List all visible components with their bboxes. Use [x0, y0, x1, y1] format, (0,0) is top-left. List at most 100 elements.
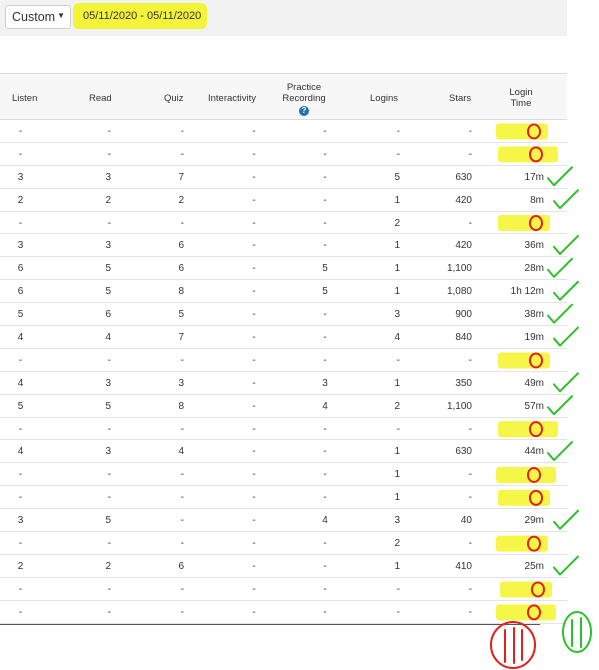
cell-quiz: 7: [178, 171, 184, 183]
date-range-select-label: Custom: [12, 10, 56, 24]
column-header-listen[interactable]: Listen: [12, 93, 37, 104]
column-header-login-time-line1: Login: [509, 87, 533, 98]
cell-stars: 40: [460, 515, 472, 527]
cell-logins: 5: [394, 171, 400, 183]
table-row[interactable]: --------: [0, 418, 567, 441]
cell-listen: 2: [17, 560, 24, 572]
cell-practice: -: [323, 148, 327, 160]
cell-quiz: 4: [178, 446, 184, 458]
column-header-login-time[interactable]: Login Time: [506, 87, 536, 109]
cell-read: -: [107, 126, 111, 137]
cell-login-time: -: [540, 126, 544, 137]
date-range-input[interactable]: 05/11/2020 - 05/11/2020: [73, 3, 207, 29]
cell-listen: -: [18, 492, 23, 504]
help-icon[interactable]: ?: [299, 106, 309, 116]
cell-quiz: 3: [178, 377, 184, 389]
cell-read: -: [107, 606, 111, 618]
table-row[interactable]: - - - - - 1 - -: [0, 486, 567, 510]
cell-interactivity: -: [252, 217, 256, 229]
date-range-value: 05/11/2020 - 05/11/2020: [83, 10, 202, 22]
cell-practice: -: [323, 606, 327, 618]
cell-read: 2: [105, 194, 111, 206]
cell-quiz: -: [180, 606, 184, 618]
table-row[interactable]: 5 6 5 - - 3 900 38m: [0, 303, 567, 327]
cell-quiz: 6: [178, 560, 184, 572]
table-row[interactable]: 3 3 7 - - 5 630 17m: [0, 166, 567, 189]
table-row[interactable]: - - - - - 2 - -: [0, 212, 567, 235]
table-row[interactable]: 3 3 6 - - 1 420 36m: [0, 234, 567, 258]
cell-logins: 4: [394, 332, 400, 344]
cell-listen: -: [18, 354, 23, 366]
cell-quiz: -: [180, 469, 184, 481]
cell-practice: -: [323, 469, 327, 481]
table-row[interactable]: 2 2 2 - - 1 420 8m: [0, 189, 567, 212]
cell-stars: 420: [455, 194, 472, 206]
cell-practice: -: [323, 354, 327, 366]
table-row[interactable]: 6 5 8 - 5 1 1,080 1h 12m: [0, 280, 567, 304]
cell-quiz: 5: [178, 309, 184, 321]
table-row[interactable]: - - - - - 2 - -: [0, 532, 567, 555]
cell-logins: 3: [394, 309, 400, 321]
cell-interactivity: -: [252, 538, 256, 550]
cell-read: 4: [105, 332, 111, 344]
cell-read: 5: [105, 263, 111, 275]
table-row[interactable]: 4 3 3 - 3 1 350 49m: [0, 372, 567, 395]
cell-practice: -: [323, 217, 327, 229]
table-row[interactable]: --------: [0, 120, 567, 143]
cell-stars: -: [468, 469, 472, 481]
date-range-select[interactable]: Custom ▼: [5, 5, 71, 29]
table-row[interactable]: 2 2 6 - - 1 410 25m: [0, 555, 567, 578]
cell-read: 5: [105, 515, 111, 527]
cell-interactivity: -: [252, 126, 256, 137]
cell-read: -: [107, 492, 111, 504]
cell-practice: -: [323, 560, 327, 572]
cell-quiz: 8: [178, 286, 184, 298]
cell-practice: -: [323, 446, 327, 458]
cell-listen: -: [18, 148, 23, 160]
cell-login-time: -: [540, 583, 544, 595]
table-row[interactable]: 4 4 7 - - 4 840 19m: [0, 326, 567, 349]
cell-listen: 4: [17, 446, 24, 458]
table-row[interactable]: 3 5 - - 4 3 40 29m: [0, 509, 567, 533]
cell-practice: -: [323, 171, 327, 183]
cell-login-time: -: [540, 148, 544, 160]
cell-practice: 4: [322, 515, 328, 527]
cell-stars: 1,080: [446, 286, 472, 298]
table-bottom-border: [0, 624, 540, 625]
table-row[interactable]: --------: [0, 578, 567, 601]
column-header-practice-line2: Recording: [282, 93, 326, 104]
cell-login-time: 38m: [524, 309, 544, 321]
cell-logins: 2: [394, 538, 400, 550]
table-row[interactable]: --------: [0, 349, 567, 372]
cell-quiz: -: [180, 423, 184, 435]
table-row[interactable]: 5 5 8 - 4 2 1,100 57m: [0, 395, 567, 418]
cell-read: 5: [105, 286, 111, 298]
table-row[interactable]: --------: [0, 143, 567, 166]
cell-interactivity: -: [252, 240, 256, 252]
column-header-logins[interactable]: Logins: [370, 93, 398, 104]
table-row[interactable]: 4 3 4 - - 1 630 44m: [0, 440, 567, 464]
cell-interactivity: -: [252, 583, 256, 595]
cell-stars: 1,100: [446, 263, 472, 275]
cell-interactivity: -: [252, 377, 256, 389]
cell-interactivity: -: [252, 606, 256, 618]
cell-practice: 4: [322, 400, 328, 412]
column-header-stars[interactable]: Stars: [449, 93, 471, 104]
column-header-read[interactable]: Read: [89, 93, 112, 104]
cell-stars: -: [468, 354, 472, 366]
cell-practice: -: [323, 492, 327, 504]
column-header-quiz[interactable]: Quiz: [164, 93, 184, 104]
cell-logins: 2: [394, 217, 400, 229]
cell-quiz: -: [180, 354, 184, 366]
table-row[interactable]: 6 5 6 - 5 1 1,100 28m: [0, 257, 567, 281]
table-row[interactable]: - - - - - 1 - -: [0, 463, 567, 487]
table-row[interactable]: --------: [0, 601, 567, 624]
cell-read: 5: [105, 400, 111, 412]
cell-interactivity: -: [252, 469, 256, 481]
column-header-practice-recording[interactable]: Practice Recording ?: [280, 82, 328, 116]
cell-logins: -: [396, 423, 400, 435]
cell-logins: 1: [394, 492, 400, 504]
cell-stars: -: [468, 126, 472, 137]
column-header-interactivity[interactable]: Interactivity: [208, 93, 256, 104]
cell-interactivity: -: [252, 492, 256, 504]
